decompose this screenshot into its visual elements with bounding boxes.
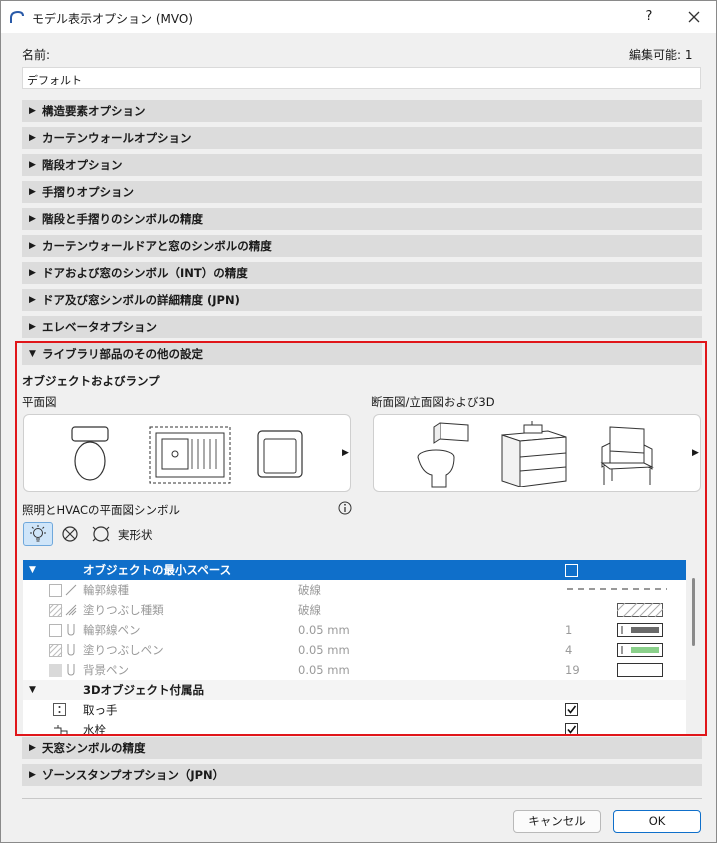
section-stair-railing-symbol-detail[interactable]: ▶ 階段と手摺りのシンボルの精度 [22,208,702,230]
dialog-window: モデル表示オプション (MVO) ? 名前: 編集可能: 1 デフォルト ▶ 構造… [0,0,717,843]
title-bar: モデル表示オプション (MVO) ? [1,1,716,33]
close-icon [688,11,700,23]
section-label: 天窓シンボルの精度 [42,741,146,755]
section-label: ゾーンスタンプオプション（JPN） [42,768,225,782]
section-label: ドアおよび窓のシンボル（INT）の精度 [42,266,248,280]
section-label: カーテンウォールオプション [42,131,192,145]
highlight-frame [15,341,707,736]
chevron-right-icon: ▶ [29,322,36,332]
chevron-right-icon: ▶ [29,743,36,753]
name-label: 名前: [22,48,51,62]
help-button[interactable]: ? [637,7,661,27]
section-stair-options[interactable]: ▶ 階段オプション [22,154,702,176]
app-logo-icon [10,10,24,23]
cancel-button[interactable]: キャンセル [513,810,601,833]
chevron-right-icon: ▶ [29,770,36,780]
section-label: ドア及び窓シンボルの詳細精度 (JPN) [42,293,240,307]
divider [22,798,702,799]
ok-button[interactable]: OK [613,810,701,833]
section-label: カーテンウォールドアと窓のシンボルの精度 [42,239,272,253]
chevron-right-icon: ▶ [29,295,36,305]
section-curtainwall-options[interactable]: ▶ カーテンウォールオプション [22,127,702,149]
chevron-right-icon: ▶ [29,241,36,251]
section-door-window-int-detail[interactable]: ▶ ドアおよび窓のシンボル（INT）の精度 [22,262,702,284]
chevron-right-icon: ▶ [29,133,36,143]
section-zone-stamp-options[interactable]: ▶ ゾーンスタンプオプション（JPN） [22,764,702,786]
section-label: 階段と手摺りのシンボルの精度 [42,212,203,226]
chevron-right-icon: ▶ [29,214,36,224]
editable-count: 編集可能: 1 [629,48,693,62]
chevron-right-icon: ▶ [29,160,36,170]
chevron-right-icon: ▶ [29,268,36,278]
chevron-right-icon: ▶ [29,106,36,116]
section-cw-door-window-detail[interactable]: ▶ カーテンウォールドアと窓のシンボルの精度 [22,235,702,257]
close-button[interactable] [681,6,707,28]
window-title: モデル表示オプション (MVO) [32,12,193,26]
section-label: エレベータオプション [42,320,157,334]
section-railing-options[interactable]: ▶ 手摺りオプション [22,181,702,203]
section-label: 手摺りオプション [42,185,134,199]
section-door-window-jpn-detail[interactable]: ▶ ドア及び窓シンボルの詳細精度 (JPN) [22,289,702,311]
section-skylight-symbol-detail[interactable]: ▶ 天窓シンボルの精度 [22,737,702,759]
section-label: 構造要素オプション [42,104,146,118]
section-structural-options[interactable]: ▶ 構造要素オプション [22,100,702,122]
chevron-right-icon: ▶ [29,187,36,197]
name-field[interactable]: デフォルト [22,67,701,89]
section-label: 階段オプション [42,158,123,172]
section-elevator-options[interactable]: ▶ エレベータオプション [22,316,702,338]
